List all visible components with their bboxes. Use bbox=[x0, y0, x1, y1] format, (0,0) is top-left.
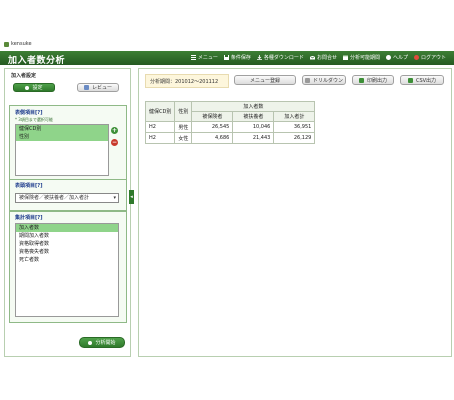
download-icon bbox=[256, 55, 262, 60]
page-title: 加入者数分析 bbox=[8, 56, 66, 66]
row-items-title: 表側項目[?] bbox=[15, 110, 43, 116]
nav-save-conditions[interactable]: 条件保存 bbox=[223, 54, 251, 61]
aggregate-list[interactable]: 加入者数 期間加入者数 資格取得者数 資格喪失者数 死亡者数 bbox=[15, 223, 119, 317]
col-total-header: 加入者計 bbox=[273, 111, 316, 122]
review-icon bbox=[83, 85, 89, 90]
logout-icon bbox=[413, 55, 419, 60]
aggregate-title: 集計項目[?] bbox=[15, 215, 43, 221]
cell-insured: 4,686 bbox=[191, 132, 234, 144]
collapse-panel-button[interactable]: ◂ bbox=[129, 190, 134, 204]
add-item-button[interactable]: + bbox=[111, 127, 118, 134]
cell-sex: 女性 bbox=[174, 132, 193, 144]
table-row: H2 男性 26,545 10,046 36,951 bbox=[144, 121, 316, 133]
remove-item-button[interactable]: − bbox=[111, 139, 118, 146]
col-sex-header: 性別 bbox=[174, 101, 193, 122]
list-item[interactable]: 健保CD別 bbox=[16, 125, 108, 133]
save-icon bbox=[223, 55, 229, 60]
settings-title: 加入者設定 bbox=[11, 73, 37, 79]
chevron-down-icon: ▾ bbox=[113, 195, 116, 201]
print-icon bbox=[358, 77, 364, 83]
cell-insured: 26,545 bbox=[191, 121, 234, 133]
cell-sex: 男性 bbox=[174, 121, 193, 133]
col-kenpo-header: 健保CD別 bbox=[144, 101, 176, 122]
analysis-period: 分析期間：201012～201112 bbox=[145, 74, 229, 88]
list-item[interactable]: 性別 bbox=[16, 133, 108, 141]
cell-kenpo: H2 bbox=[144, 121, 176, 133]
condition-panel: 加入者設定 設定 レビュー 表側項目[?] * 3項目まで選択可能 健保CD別 … bbox=[4, 68, 131, 357]
list-item[interactable]: 資格取得者数 bbox=[16, 240, 118, 248]
cell-total: 36,951 bbox=[273, 121, 316, 133]
column-items-select[interactable]: 被保険者／被扶養者／加入者計 ▾ bbox=[15, 193, 119, 203]
row-items-note: * 3項目まで選択可能 bbox=[15, 117, 53, 122]
nav-contact[interactable]: お問合せ bbox=[309, 54, 337, 61]
col-insured-header: 被保険者 bbox=[191, 111, 234, 122]
nav-help[interactable]: ヘルプ bbox=[385, 54, 408, 61]
menu-register-button[interactable]: メニュー登録 bbox=[234, 75, 296, 85]
csv-icon bbox=[407, 77, 413, 83]
nav-menu[interactable]: メニュー bbox=[190, 54, 218, 61]
app-logo: kensuke bbox=[4, 41, 32, 47]
column-items-title: 表頭項目[?] bbox=[15, 183, 43, 189]
header-bar: 加入者数分析 メニュー 条件保存 各種ダウンロード お問合せ 分析可能期間 ヘル… bbox=[0, 51, 454, 66]
top-bar: kensuke bbox=[0, 40, 454, 48]
logo-icon bbox=[4, 41, 9, 47]
print-button[interactable]: 印刷出力 bbox=[352, 75, 394, 85]
cell-total: 26,129 bbox=[273, 132, 316, 144]
review-button[interactable]: レビュー bbox=[77, 83, 119, 92]
play-icon bbox=[88, 340, 93, 345]
cell-dependent: 10,046 bbox=[232, 121, 275, 133]
header-nav: メニュー 条件保存 各種ダウンロード お問合せ 分析可能期間 ヘルプ ログアウト bbox=[190, 54, 446, 61]
help-icon bbox=[385, 55, 391, 60]
cell-dependent: 21,443 bbox=[232, 132, 275, 144]
table-row: H2 女性 4,686 21,443 26,129 bbox=[144, 132, 316, 144]
nav-analysis-period[interactable]: 分析可能期間 bbox=[342, 54, 380, 61]
aggregate-help-link[interactable]: [?] bbox=[35, 215, 42, 221]
row-items-list[interactable]: 健保CD別 性別 bbox=[15, 124, 109, 176]
column-items-help-link[interactable]: [?] bbox=[35, 183, 42, 189]
run-analysis-button[interactable]: 分析開始 bbox=[79, 337, 125, 348]
group-header: 加入者数 bbox=[191, 101, 316, 112]
cell-kenpo: H2 bbox=[144, 132, 176, 144]
settings-button[interactable]: 設定 bbox=[13, 83, 55, 92]
result-table: 健保CD別 性別 加入者数 被保険者 被扶養者 加入者計 H2 男性 26,54… bbox=[144, 101, 316, 144]
row-items-help-link[interactable]: [?] bbox=[35, 110, 42, 116]
calendar-icon bbox=[342, 55, 348, 60]
mail-icon bbox=[309, 55, 316, 60]
drilldown-button[interactable]: ドリルダウン bbox=[302, 75, 346, 85]
list-item[interactable]: 死亡者数 bbox=[16, 256, 118, 264]
col-dependent-header: 被扶養者 bbox=[232, 111, 275, 122]
list-item[interactable]: 期間加入者数 bbox=[16, 232, 118, 240]
app-name: kensuke bbox=[11, 41, 32, 47]
list-item[interactable]: 加入者数 bbox=[16, 224, 118, 232]
csv-button[interactable]: CSV出力 bbox=[400, 75, 444, 85]
settings-icon bbox=[25, 85, 30, 90]
nav-logout[interactable]: ログアウト bbox=[413, 54, 446, 61]
drilldown-icon bbox=[304, 77, 310, 83]
menu-icon bbox=[190, 55, 196, 60]
list-item[interactable]: 資格喪失者数 bbox=[16, 248, 118, 256]
nav-downloads[interactable]: 各種ダウンロード bbox=[256, 54, 304, 61]
